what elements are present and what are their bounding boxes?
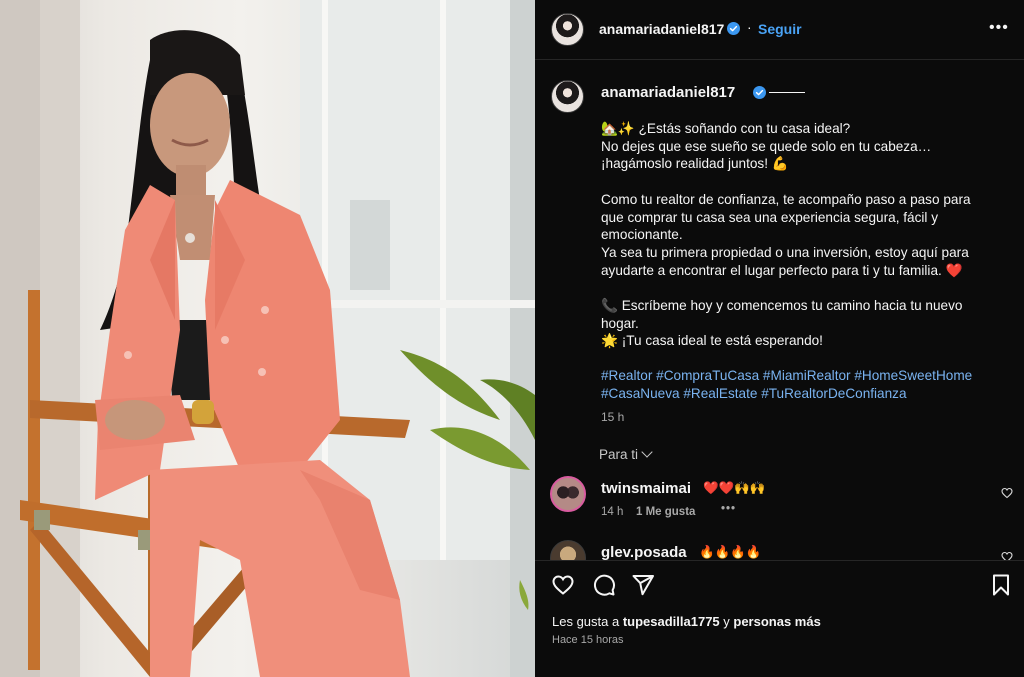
post-photo[interactable] [0,0,535,677]
comment-like-heart-icon[interactable] [1001,487,1013,499]
chevron-down-icon [641,446,653,458]
caption-line: 🏡✨ ¿Estás soñando con tu casa ideal? [601,121,851,136]
likes-middle: y [719,614,734,629]
separator-dot: · [747,19,752,35]
comment-text: ❤️❤️🙌🙌 [703,481,766,495]
post-actions-bar: Les gusta a tupesadilla1775 y personas m… [535,560,1024,677]
comment-avatar[interactable] [550,540,586,560]
post-time-ago: Hace 15 horas [552,634,624,646]
caption-line: 📞 Escríbeme hoy y comencemos tu camino h… [601,298,963,313]
caption-text: 🏡✨ ¿Estás soñando con tu casa ideal? No … [601,120,1001,350]
caption-hashtags[interactable]: #Realtor #CompraTuCasa #MiamiRealtor #Ho… [601,367,1001,402]
bookmark-icon[interactable] [989,573,1013,597]
comments-list-inner: twinsmaimai ❤️❤️🙌🙌 14 h 1 Me gusta ••• g… [535,460,1024,560]
caption-spacer [601,173,1001,191]
hashtags-line[interactable]: #CasaNueva #RealEstate #TuRealtorDeConfi… [601,385,1001,403]
caption-divider-line [769,92,805,93]
follow-button[interactable]: Seguir [758,21,802,37]
caption-line: 🌟 ¡Tu casa ideal te está esperando! [601,333,823,349]
comment-username[interactable]: twinsmaimai [601,480,691,497]
paper-plane-icon[interactable] [631,573,655,597]
comment-more-icon[interactable]: ••• [721,503,736,515]
caption-line: Como tu realtor de confianza, te acompañ… [601,191,971,207]
post-side-panel: anamariadaniel817 · Seguir ••• anamariad… [535,0,1024,677]
comment-text: 🔥🔥🔥🔥 [699,545,762,559]
author-username[interactable]: anamariadaniel817 [599,21,724,37]
comment-likes-count[interactable]: 1 Me gusta [636,506,695,518]
likes-summary: Les gusta a tupesadilla1775 y personas m… [552,614,821,629]
heart-icon[interactable] [551,573,575,597]
post-header: anamariadaniel817 · Seguir ••• [535,0,1024,60]
caption-line: Ya sea tu primera propiedad o una invers… [601,244,969,260]
verified-badge-icon [753,86,766,99]
likes-prefix: Les gusta a [552,614,623,629]
caption-line: que comprar tu casa sea una experiencia … [601,209,939,225]
likes-user-link[interactable]: tupesadilla1775 [623,614,720,629]
comment-username[interactable]: glev.posada [601,544,687,560]
comment-avatar[interactable] [550,476,586,512]
post-photo-illustration [0,0,535,677]
comment-bubble-icon[interactable] [592,573,616,597]
caption-line: hogar. [601,315,639,331]
caption-line: emocionante. [601,227,683,243]
comment-like-heart-icon[interactable] [1001,551,1013,560]
author-avatar[interactable] [551,13,584,46]
comments-list: twinsmaimai ❤️❤️🙌🙌 14 h 1 Me gusta ••• g… [535,460,1024,560]
more-dots-icon[interactable]: ••• [989,19,1009,37]
caption-line: No dejes que ese sueño se quede solo en … [601,138,932,154]
hashtags-line[interactable]: #Realtor #CompraTuCasa #MiamiRealtor #Ho… [601,367,1001,385]
caption-spacer [601,279,1001,297]
comment-time: 14 h [601,506,624,518]
caption-timestamp: 15 h [601,410,625,424]
caption-author-avatar[interactable] [551,80,584,113]
caption-line: ayudarte a encontrar el lugar perfecto p… [601,262,963,278]
likes-others-link[interactable]: personas más [733,614,820,629]
verified-badge-icon [727,22,740,35]
caption-author-username[interactable]: anamariadaniel817 [601,84,735,101]
caption-line: ¡hagámoslo realidad juntos! 💪 [601,156,789,172]
